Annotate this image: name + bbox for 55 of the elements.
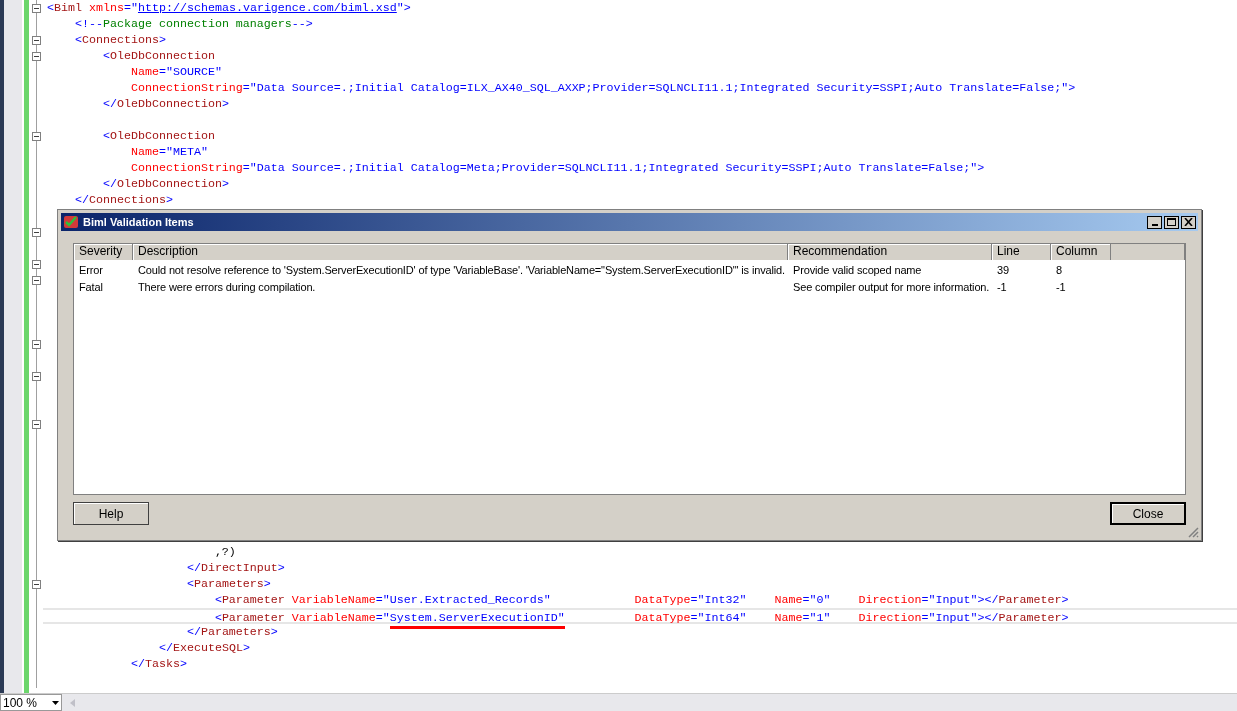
code-line: Name="META" — [129, 145, 208, 159]
collapse-icon[interactable] — [32, 276, 41, 285]
resize-grip-icon[interactable] — [1187, 526, 1199, 538]
dropdown-icon — [52, 700, 59, 705]
collapse-icon[interactable] — [32, 132, 41, 141]
minimize-button[interactable] — [1147, 215, 1162, 229]
collapse-icon[interactable] — [32, 4, 41, 13]
code-line: <!--Package connection managers--> — [73, 17, 313, 31]
column-header[interactable]: Description — [133, 244, 788, 260]
column-header[interactable]: Severity — [74, 244, 133, 260]
table-cell-text: There were errors during compilation. — [137, 280, 317, 296]
checklist-icon — [63, 214, 79, 230]
collapse-icon[interactable] — [32, 340, 41, 349]
collapse-icon[interactable] — [32, 260, 41, 269]
code-line: <Biml xmlns="http://schemas.varigence.com/biml.xsd"> — [47, 1, 411, 15]
dialog-title: Biml Validation Items — [83, 214, 194, 230]
column-header[interactable]: Recommendation — [788, 244, 992, 260]
column-header[interactable]: Column — [1051, 244, 1111, 260]
table-cell-text: Provide valid scoped name — [792, 263, 923, 279]
close-icon[interactable] — [1181, 215, 1196, 229]
zoom-combo[interactable]: 100 % — [0, 694, 62, 711]
code-line: <Parameters> — [185, 577, 271, 591]
code-line: </ExecuteSQL> — [157, 641, 250, 655]
close-button[interactable]: Close — [1110, 502, 1186, 525]
table-cell-text: -1 — [1055, 280, 1067, 296]
maximize-button[interactable] — [1164, 215, 1179, 229]
code-line: </Connections> — [73, 193, 173, 207]
code-line: </OleDbConnection> — [101, 97, 229, 111]
code-line: ConnectionString="Data Source=.;Initial Catalog=Meta;Provider=SQLNCLI11.1;Integrated Security=SSPI;Auto Translate=False;"> — [129, 161, 985, 175]
collapse-icon[interactable] — [32, 372, 41, 381]
code-line: ,?) — [213, 545, 236, 559]
table-cell-text: Fatal — [78, 280, 104, 296]
collapse-icon[interactable] — [32, 580, 41, 589]
code-line: </Tasks> — [129, 657, 187, 671]
code-line: <OleDbConnection — [101, 129, 215, 143]
code-line: <Parameter VariableName="User.Extracted_Records" DataType="Int32" Name="0" Direction="Input"></Parameter> — [213, 593, 1069, 607]
code-line: Name="SOURCE" — [129, 65, 222, 79]
collapse-icon[interactable] — [32, 420, 41, 429]
table-cell-text: 39 — [996, 263, 1010, 279]
table-cell-text: See compiler output for more information. — [792, 280, 991, 296]
collapse-icon[interactable] — [32, 36, 41, 45]
code-line: ConnectionString="Data Source=.;Initial Catalog=ILX_AX40_SQL_AXXP;Provider=SQLNCLI11.1;Integrated Security=SSPI;Auto Translate=False;"> — [129, 81, 1076, 95]
code-line: <Connections> — [73, 33, 166, 47]
column-header[interactable]: Line — [992, 244, 1051, 260]
table-cell-text: 8 — [1055, 263, 1063, 279]
code-line: </DirectInput> — [185, 561, 285, 575]
collapse-icon[interactable] — [32, 228, 41, 237]
code-line: </OleDbConnection> — [101, 177, 229, 191]
help-button[interactable]: Help — [73, 502, 149, 525]
code-line: </Parameters> — [185, 625, 278, 639]
code-line: <OleDbConnection — [101, 49, 215, 63]
table-cell-text: Could not resolve reference to 'System.ServerExecutionID' of type 'VariableBase'. 'VariableName="System.ServerExecutionID"' is invalid. — [137, 263, 786, 279]
collapse-icon[interactable] — [32, 52, 41, 61]
table-cell-text: -1 — [996, 280, 1008, 296]
table-cell-text: Error — [78, 263, 104, 279]
